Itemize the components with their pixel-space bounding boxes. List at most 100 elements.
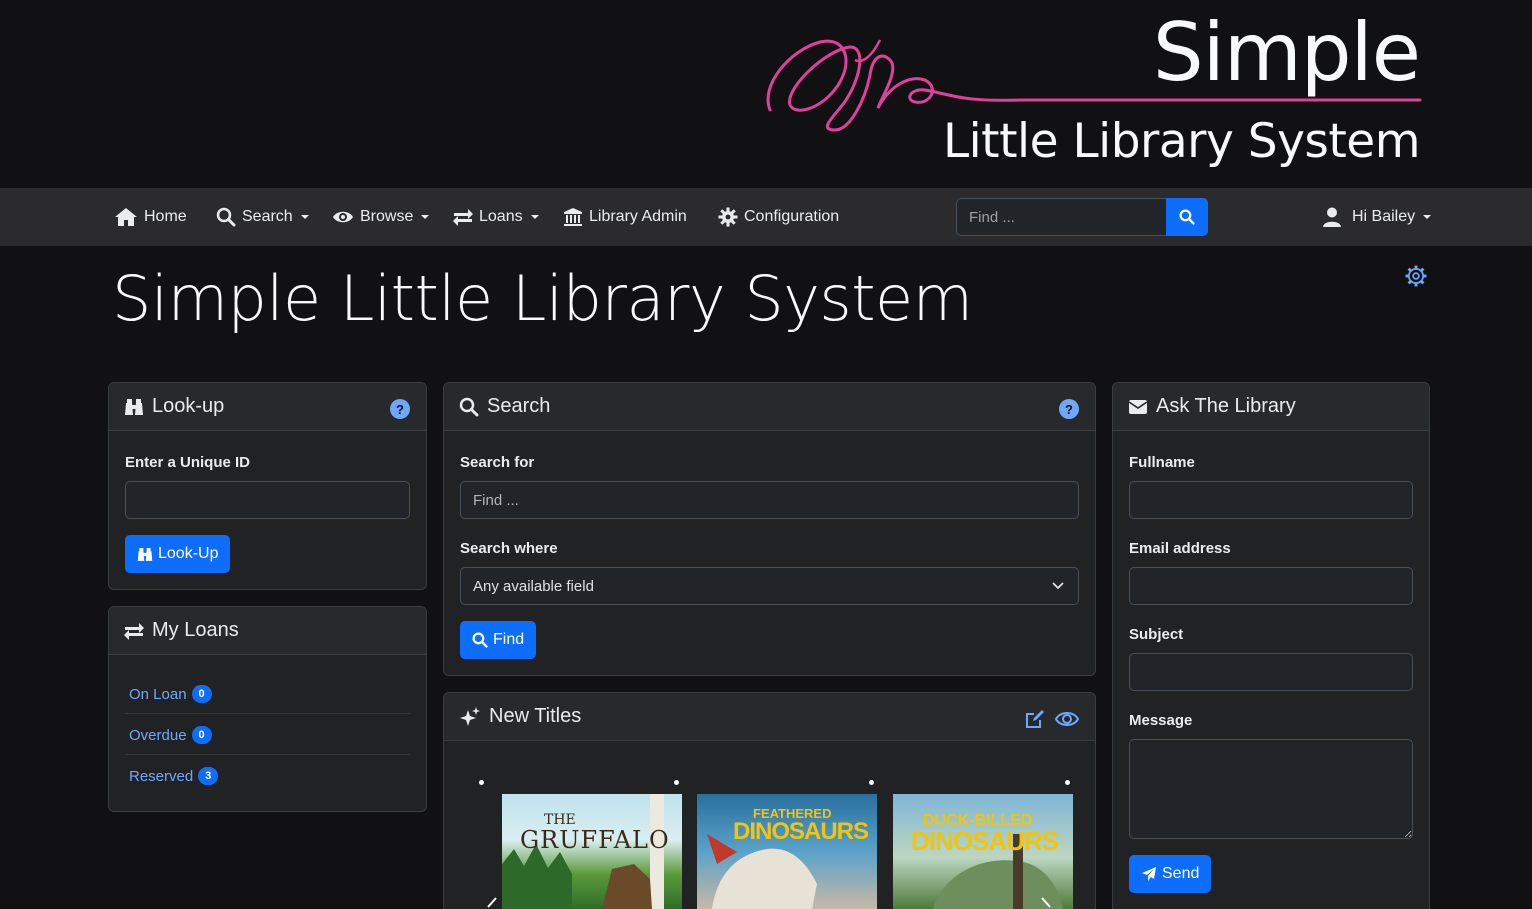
logo-subtitle: Little Library System [942, 114, 1421, 169]
search-card: Search ? Search for Search where Any ava… [443, 382, 1096, 676]
new-titles-card-header: New Titles [444, 693, 1095, 741]
my-loans-card: My Loans On Loan 0 Overdue 0 Reserved 3 [108, 606, 427, 812]
lookup-id-input[interactable] [125, 481, 410, 519]
gear-icon [718, 207, 738, 227]
carousel-next-icon[interactable] [1040, 897, 1054, 909]
page-title: Simple Little Library System [112, 262, 973, 335]
message-label: Message [1129, 712, 1193, 729]
nav-configuration-label: Configuration [744, 208, 840, 225]
carousel-dot [674, 780, 679, 785]
divider [125, 754, 410, 755]
subject-input[interactable] [1129, 653, 1413, 691]
send-button-label: Send [1162, 865, 1200, 882]
nav-library-admin[interactable]: Library Admin [563, 188, 687, 246]
my-loans-card-title: My Loans [152, 619, 239, 641]
fullname-input[interactable] [1129, 481, 1413, 519]
book-cover[interactable]: DUCK-BILLED DINOSAURS [893, 794, 1073, 909]
search-icon [216, 207, 236, 227]
nav-browse[interactable]: Browse [332, 188, 430, 246]
nav-loans[interactable]: Loans [453, 188, 539, 246]
count-badge: 3 [198, 767, 219, 785]
search-icon [472, 632, 488, 648]
divider [125, 713, 410, 714]
paper-plane-icon [1142, 867, 1156, 881]
ask-library-card-header: Ask The Library [1113, 383, 1429, 431]
message-textarea[interactable] [1129, 739, 1413, 839]
nav-user-menu[interactable]: Hi Bailey [1322, 188, 1432, 246]
nav-home-label: Home [144, 208, 187, 225]
lookup-card: Look-up ? Enter a Unique ID Look-Up [108, 382, 427, 590]
nav-search[interactable]: Search [216, 188, 309, 246]
search-where-select[interactable]: Any available field [460, 567, 1079, 605]
chevron-down-icon [1052, 582, 1064, 590]
nav-user-label: Hi Bailey [1352, 208, 1416, 225]
send-button[interactable]: Send [1129, 855, 1212, 893]
loan-link-reserved[interactable]: Reserved 3 [129, 767, 219, 785]
eye-icon[interactable] [1055, 710, 1079, 728]
exchange-icon [453, 209, 473, 226]
search-icon [459, 397, 479, 416]
fullname-label: Fullname [1129, 454, 1195, 471]
nav-configuration[interactable]: Configuration [718, 188, 839, 246]
new-titles-card-title: New Titles [489, 705, 582, 727]
subject-label: Subject [1129, 626, 1184, 643]
carousel-prev-icon[interactable] [484, 897, 498, 909]
search-card-title: Search [487, 395, 551, 417]
my-loans-card-header: My Loans [109, 607, 426, 655]
user-icon [1323, 207, 1341, 227]
loan-link-label: Reserved [129, 767, 194, 785]
loan-link-on-loan[interactable]: On Loan 0 [129, 685, 212, 703]
lookup-card-header: Look-up ? [109, 383, 426, 431]
count-badge: 0 [191, 726, 212, 744]
nav-home[interactable]: Home [114, 188, 187, 246]
search-where-label: Search where [460, 540, 558, 557]
nav-library-admin-label: Library Admin [589, 208, 687, 225]
search-icon [1179, 209, 1195, 225]
navbar-find-button[interactable] [1166, 198, 1208, 236]
loan-link-overdue[interactable]: Overdue 0 [129, 726, 212, 744]
site-banner: Simple Little Library System [0, 0, 1532, 188]
search-find-button[interactable]: Find [460, 621, 537, 659]
chevron-down-icon [300, 215, 309, 219]
nav-browse-label: Browse [360, 208, 414, 225]
carousel-dot [869, 780, 874, 785]
nav-loans-label: Loans [479, 208, 523, 225]
eye-icon [333, 211, 353, 223]
lookup-id-label: Enter a Unique ID [125, 454, 251, 471]
logo-title: Simple [1152, 6, 1421, 99]
book-title-line2: DINOSAURS [733, 818, 869, 845]
count-badge: 0 [191, 685, 212, 703]
carousel-dot [479, 780, 484, 785]
exchange-icon [124, 622, 144, 640]
search-for-input[interactable] [460, 481, 1079, 519]
nav-search-label: Search [242, 208, 293, 225]
ask-library-card-title: Ask The Library [1156, 395, 1296, 417]
institution-icon [564, 208, 582, 226]
lookup-card-title: Look-up [152, 395, 225, 417]
help-icon[interactable]: ? [390, 399, 410, 419]
book-cover[interactable]: THE GRUFFALO [502, 794, 682, 909]
book-title-line2: DINOSAURS [911, 826, 1059, 856]
edit-icon[interactable] [1025, 709, 1045, 729]
sparkles-icon [460, 706, 480, 726]
binoculars-icon [137, 547, 153, 561]
search-for-label: Search for [460, 454, 535, 471]
book-title-line2: GRUFFALO [520, 826, 670, 854]
help-icon[interactable]: ? [1059, 399, 1079, 419]
search-find-label: Find [493, 631, 525, 648]
navbar-find-input[interactable] [956, 198, 1166, 236]
page-settings-gear-icon[interactable] [1405, 265, 1427, 287]
envelope-icon [1128, 399, 1148, 414]
lookup-button[interactable]: Look-Up [125, 535, 231, 573]
search-where-value: Any available field [473, 577, 594, 595]
email-input[interactable] [1129, 567, 1413, 605]
email-label: Email address [1129, 540, 1231, 557]
book-cover[interactable]: FEATHERED DINOSAURS [697, 794, 877, 909]
home-icon [115, 208, 137, 226]
navbar-find-group [956, 198, 1208, 236]
chevron-down-icon [530, 215, 539, 219]
chevron-down-icon [421, 215, 430, 219]
ask-library-card: Ask The Library Fullname Email address S… [1112, 382, 1430, 909]
carousel-dot [1065, 780, 1070, 785]
binoculars-icon [125, 398, 143, 415]
